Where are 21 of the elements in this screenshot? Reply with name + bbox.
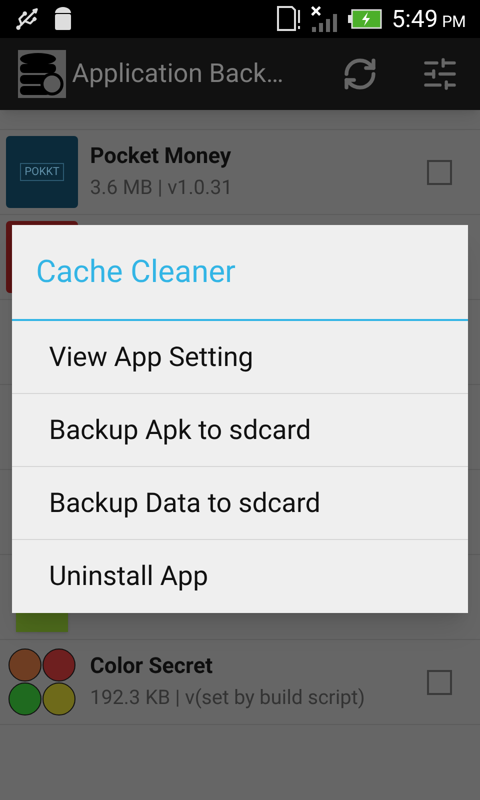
checkbox[interactable]	[427, 670, 452, 694]
app-name: Pocket Money	[90, 143, 232, 171]
app-icon-label: POKKT	[20, 162, 64, 182]
dialog-title: Cache Cleaner	[12, 225, 468, 321]
sliders-icon	[421, 55, 459, 93]
database-icon[interactable]	[18, 50, 66, 98]
app-title: Application Back…	[72, 58, 284, 90]
usb-icon	[14, 6, 40, 32]
app-name: Color Secret	[90, 653, 214, 681]
menu-item[interactable]: View App Setting	[12, 321, 468, 394]
sim-card-icon	[276, 6, 302, 32]
menu-item[interactable]: Backup Apk to sdcard	[12, 394, 468, 467]
no-signal-icon	[310, 5, 340, 33]
colored-balls-icon	[8, 648, 76, 716]
robot-icon	[52, 6, 74, 32]
menu-item[interactable]: Uninstall App	[12, 540, 468, 613]
charging-battery-icon	[348, 9, 382, 29]
checkbox[interactable]	[427, 160, 452, 184]
menu-item[interactable]: Backup Data to sdcard	[12, 467, 468, 540]
clock: 5:49 PM	[392, 4, 466, 35]
refresh-icon	[342, 56, 378, 92]
